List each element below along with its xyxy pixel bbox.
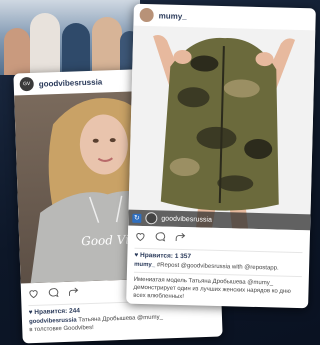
background-photo [0,0,140,75]
caption-text-line2: в толстовке Goodvibes! [29,325,94,334]
heart-icon[interactable] [28,287,39,298]
post-username[interactable]: mumy_ [159,11,187,21]
person-figure [4,28,30,75]
person-figure [62,23,90,75]
share-icon[interactable] [68,286,79,297]
comment-icon[interactable] [48,287,59,298]
person-figure [30,13,60,75]
caption-username[interactable]: goodvibesrussia [29,318,77,326]
heart-icon[interactable] [135,230,146,241]
caption-username[interactable]: mumy_ [134,262,155,269]
avatar[interactable] [139,7,154,23]
repost-avatar [145,212,158,225]
caption-text: #Repost @goodvibesrussia with @repostapp… [156,262,279,272]
caption-text: Татьяна Дробышева @mumy_ [78,314,163,324]
repost-username[interactable]: goodvibesrussia [161,215,212,223]
post-photo[interactable]: ↻ goodvibesrussia [128,25,316,231]
person-figure [92,17,122,75]
post-username[interactable]: goodvibesrussia [39,77,103,88]
caption-body: Имениатая модель Татьяна Дробышева @mumy… [133,276,291,301]
instagram-post-front: mumy_ ↻ goodvibesrussia ♥ Нравится: 1 35… [126,3,316,309]
share-icon[interactable] [175,231,186,242]
repost-icon: ↻ [132,213,142,223]
avatar[interactable]: GV [19,76,34,92]
model-illustration [153,35,296,229]
comment-icon[interactable] [155,231,166,242]
